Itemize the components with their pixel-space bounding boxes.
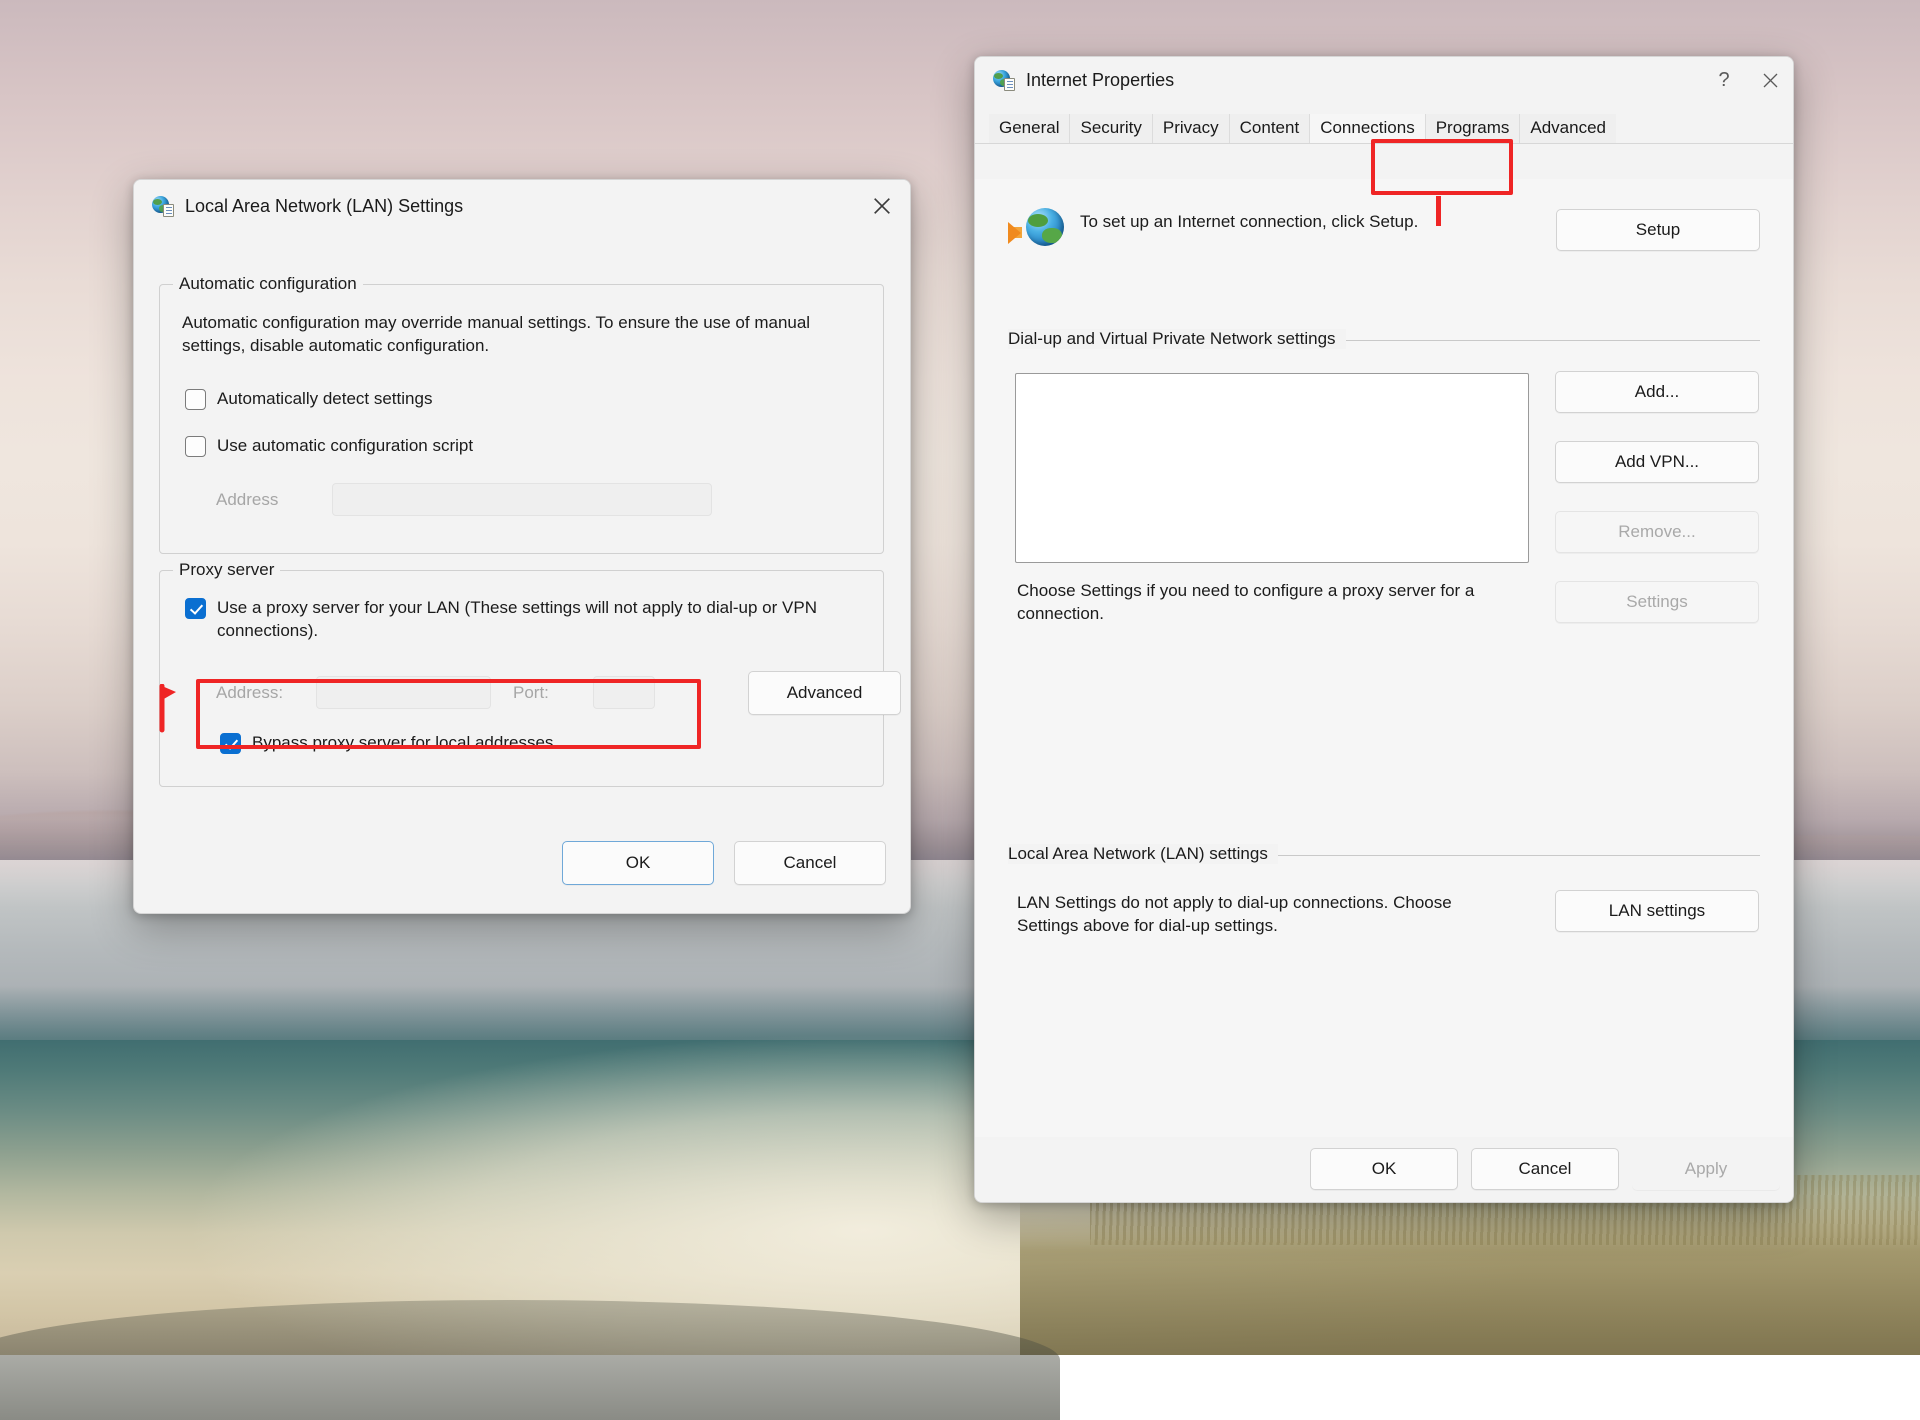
settings-button[interactable]: Settings [1555, 581, 1759, 623]
use-proxy-checkbox[interactable] [185, 598, 206, 619]
advanced-button[interactable]: Advanced [748, 671, 901, 715]
tab-advanced[interactable]: Advanced [1520, 114, 1617, 143]
use-auto-config-script-checkbox[interactable] [185, 436, 206, 457]
remove-button[interactable]: Remove... [1555, 511, 1759, 553]
internet-properties-tabstrip[interactable]: General Security Privacy Content Connect… [975, 109, 1793, 144]
proxy-address-port-row: Address: Port: [216, 676, 655, 709]
use-auto-config-script-label: Use automatic configuration script [217, 436, 474, 455]
bypass-proxy-checkbox[interactable] [220, 733, 241, 754]
internet-properties-title: Internet Properties [1026, 69, 1175, 90]
lan-window-controls [854, 180, 910, 232]
lan-settings-titlebar[interactable]: Local Area Network (LAN) Settings [134, 180, 910, 232]
internet-options-globe-icon [993, 69, 1015, 91]
proxy-server-group: Proxy server Use a proxy server for your… [159, 560, 901, 787]
tab-programs[interactable]: Programs [1425, 114, 1521, 143]
lan-settings-window[interactable]: Local Area Network (LAN) Settings Automa… [133, 179, 911, 914]
cancel-button[interactable]: Cancel [1471, 1148, 1619, 1190]
lan-settings-title: Local Area Network (LAN) Settings [185, 195, 464, 216]
setup-description: To set up an Internet connection, click … [1080, 212, 1419, 231]
use-proxy-label: Use a proxy server for your LAN (These s… [217, 598, 817, 640]
ok-button[interactable]: OK [1310, 1148, 1458, 1190]
internet-properties-button-bar: OK Cancel Apply [975, 1138, 1793, 1202]
add-vpn-button[interactable]: Add VPN... [1555, 441, 1759, 483]
lan-ok-button[interactable]: OK [562, 841, 714, 885]
internet-options-globe-icon [152, 195, 174, 217]
auto-config-address-row: Address [216, 483, 712, 516]
dialup-connections-list[interactable] [1015, 373, 1529, 563]
close-icon[interactable] [1747, 57, 1793, 103]
tab-content[interactable]: Content [1229, 114, 1311, 143]
lan-settings-button[interactable]: LAN settings [1555, 890, 1759, 932]
bypass-proxy-checkbox-row[interactable]: Bypass proxy server for local addresses [220, 732, 553, 755]
lan-group-title: Local Area Network (LAN) settings [1008, 844, 1278, 864]
connections-tab-page: To set up an Internet connection, click … [975, 179, 1793, 1137]
use-proxy-checkbox-row[interactable]: Use a proxy server for your LAN (These s… [185, 597, 865, 643]
internet-properties-titlebar[interactable]: Internet Properties ? [975, 57, 1793, 103]
proxy-port-input[interactable] [593, 676, 655, 709]
auto-config-address-input[interactable] [332, 483, 712, 516]
dialup-group: Dial-up and Virtual Private Network sett… [1008, 329, 1760, 349]
use-auto-config-script-checkbox-row[interactable]: Use automatic configuration script [185, 435, 473, 458]
bypass-proxy-label: Bypass proxy server for local addresses [252, 733, 554, 752]
automatic-configuration-group: Automatic configuration Automatic config… [159, 274, 884, 554]
auto-detect-settings-label: Automatically detect settings [217, 389, 433, 408]
internet-properties-window[interactable]: Internet Properties ? General Security P… [974, 56, 1794, 1203]
tab-privacy[interactable]: Privacy [1152, 114, 1230, 143]
auto-config-address-label: Address [216, 489, 279, 509]
automatic-configuration-description: Automatic configuration may override man… [182, 313, 811, 356]
proxy-address-input[interactable] [316, 676, 491, 709]
auto-detect-settings-checkbox[interactable] [185, 389, 206, 410]
window-controls: ? [1701, 57, 1793, 103]
add-button[interactable]: Add... [1555, 371, 1759, 413]
lan-hint: LAN Settings do not apply to dial-up con… [1017, 893, 1452, 936]
lan-cancel-button[interactable]: Cancel [734, 841, 886, 885]
globe-with-arrow-icon [1008, 207, 1064, 251]
tab-security[interactable]: Security [1070, 114, 1153, 143]
apply-button[interactable]: Apply [1632, 1148, 1780, 1190]
tab-connections[interactable]: Connections [1310, 114, 1426, 143]
tab-general[interactable]: General [989, 114, 1071, 143]
proxy-server-legend: Proxy server [173, 560, 281, 580]
proxy-port-label: Port: [513, 682, 549, 702]
automatic-configuration-legend: Automatic configuration [173, 274, 363, 294]
help-icon[interactable]: ? [1701, 57, 1747, 103]
dialup-hint: Choose Settings if you need to configure… [1017, 581, 1475, 624]
auto-detect-settings-checkbox-row[interactable]: Automatically detect settings [185, 388, 432, 411]
dialup-group-title: Dial-up and Virtual Private Network sett… [1008, 329, 1346, 349]
close-icon[interactable] [854, 180, 910, 232]
wallpaper-bank [0, 1300, 1060, 1420]
lan-group: Local Area Network (LAN) settings [1008, 844, 1760, 864]
setup-row: To set up an Internet connection, click … [1008, 207, 1760, 251]
annotation-flag-icon [159, 684, 176, 733]
setup-button[interactable]: Setup [1556, 209, 1760, 251]
proxy-address-label: Address: [216, 682, 284, 702]
